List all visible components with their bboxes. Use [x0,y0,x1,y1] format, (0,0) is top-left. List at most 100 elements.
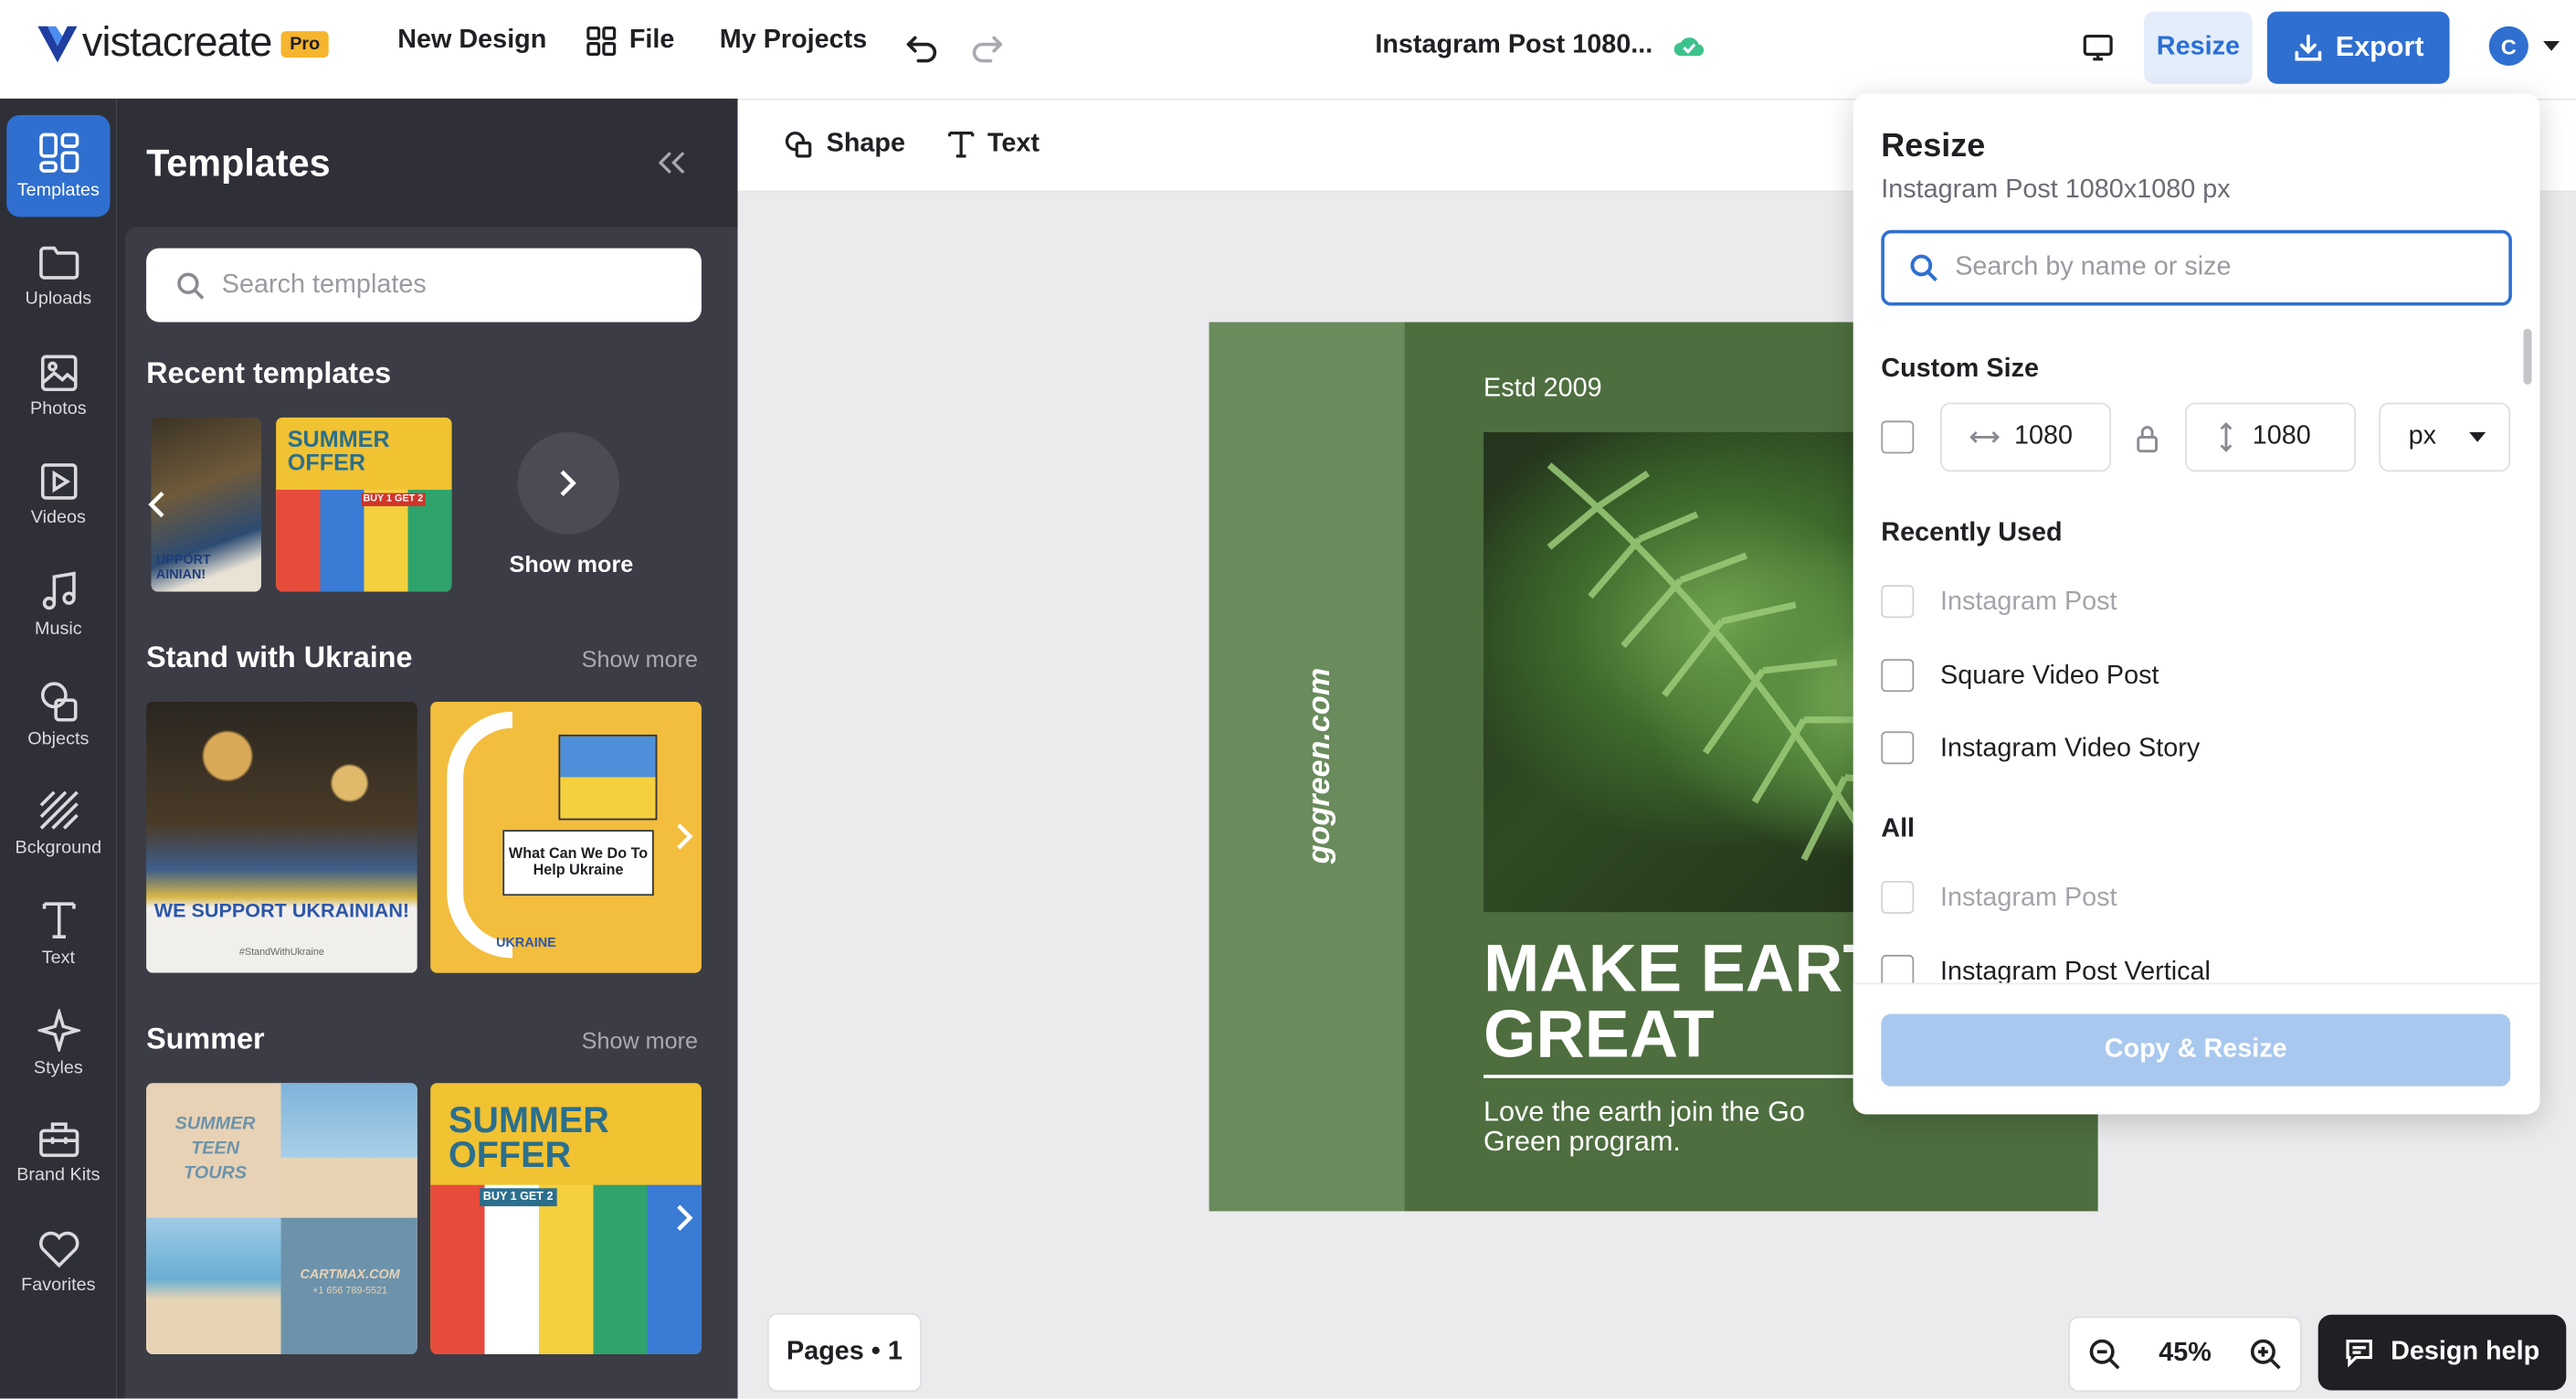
recent-option-instagram-post: Instagram Post [1940,588,2117,617]
search-icon [177,271,205,299]
recent-template-thumb[interactable]: SUMMER OFFER BUY 1 GET 2 [276,417,452,592]
rail-item-templates[interactable]: Templates [6,114,111,217]
ukraine-template-thumb[interactable]: UKRAINE What Can We Do To Help Ukraine [430,701,702,973]
recently-used-heading: Recently Used [1881,519,2063,547]
file-menu-button[interactable]: File [586,26,674,56]
text-icon [947,132,975,158]
lock-icon[interactable] [2136,424,2159,453]
pages-button[interactable]: Pages • 1 [766,1313,922,1393]
chevron-down-icon[interactable] [2543,39,2560,52]
unit-value: px [2408,422,2437,450]
design-help-label: Design help [2391,1337,2540,1366]
chevron-right-icon[interactable] [675,1203,695,1233]
redo-icon[interactable] [969,29,1006,66]
chevron-left-icon[interactable] [146,490,166,519]
my-projects-label: My Projects [719,26,868,55]
resize-button[interactable]: Resize [2144,11,2253,84]
popup-scrollbar[interactable] [2523,328,2532,385]
objects-icon [40,682,77,722]
design-headline-line2[interactable]: GREAT [1483,1000,1715,1067]
ukraine-show-more-link[interactable]: Show more [582,646,698,673]
recent-show-more-button[interactable] [517,432,620,535]
summer-template-thumb[interactable]: SUMMER TEEN TOURS CARTMAX.COM +1 656 789… [146,1083,417,1354]
recent-template-thumb[interactable]: UPPORT AINIAN! [151,417,261,592]
summer-section-title: Summer [146,1022,265,1055]
collapse-panel-icon[interactable] [659,151,685,174]
zoom-control: 45% [2068,1316,2302,1393]
custom-size-heading: Custom Size [1881,355,2039,384]
templates-search-input[interactable] [218,269,685,302]
shape-tool-button[interactable]: Shape [784,130,905,159]
rail-item-videos[interactable]: Videos [6,444,110,546]
design-tagline-line2[interactable]: Green program. [1483,1128,1681,1156]
rail-label: Uploads [25,289,92,310]
chevron-down-icon [2469,431,2486,441]
my-projects-button[interactable]: My Projects [720,26,868,56]
rail-item-text[interactable]: Text [6,883,110,985]
recent-option-square-video-post[interactable]: Square Video Post [1940,662,2159,692]
design-estd-text[interactable]: Estd 2009 [1483,375,1602,404]
rail-item-brand-kits[interactable]: Brand Kits [6,1101,110,1203]
thumb-text: SUMMER TEEN TOURS [174,1114,256,1183]
height-field[interactable]: 1080 [2185,402,2357,472]
copy-resize-button[interactable]: Copy & Resize [1881,1013,2511,1086]
shape-icon [785,132,812,158]
recent-templates-title: Recent templates [146,356,392,390]
rail-item-uploads[interactable]: Uploads [6,225,110,327]
thumb-text: UKRAINE [496,935,556,950]
photo-icon [40,355,77,392]
summer-template-thumb[interactable]: SUMMER OFFER BUY 1 GET 2 [430,1083,702,1354]
recent-show-more-label[interactable]: Show more [510,550,634,577]
width-field[interactable]: 1080 [1940,402,2112,472]
option-checkbox [1881,880,1915,914]
text-tool-label: Text [987,130,1040,158]
option-checkbox[interactable] [1881,659,1915,693]
thumb-collage [430,1184,702,1354]
design-headline-line1[interactable]: MAKE EART [1483,934,1884,1002]
summer-show-more-link[interactable]: Show more [582,1027,698,1054]
width-value: 1080 [2013,422,2073,450]
zoom-out-icon[interactable] [2088,1338,2121,1371]
ukraine-section-title: Stand with Ukraine [146,641,413,674]
resize-search-input[interactable] [1951,251,2485,285]
thumb-text: WE SUPPORT UKRAINIAN! [153,898,410,922]
resize-popup-title: Resize [1881,128,1986,164]
document-title[interactable]: Instagram Post 1080... [1375,31,1652,60]
zoom-level[interactable]: 45% [2159,1340,2212,1369]
unit-select[interactable]: px [2379,402,2511,472]
rail-item-favorites[interactable]: Favorites [6,1211,110,1313]
height-value: 1080 [2252,422,2311,450]
design-tagline-line1[interactable]: Love the earth join the Go [1483,1097,1805,1126]
chevron-right-icon[interactable] [675,821,695,851]
top-bar: vistacreate Pro New Design File My Proje… [0,0,2576,101]
vistacreate-logo[interactable]: vistacreate Pro [37,20,329,68]
rail-item-styles[interactable]: Styles [6,992,110,1095]
new-design-button[interactable]: New Design [397,26,546,56]
rail-item-photos[interactable]: Photos [6,335,110,438]
design-side-text[interactable]: gogreen.com [1303,668,1339,864]
ukraine-template-thumb[interactable]: WE SUPPORT UKRAINIAN! #StandWithUkraine [146,701,417,973]
recent-option-instagram-video-story[interactable]: Instagram Video Story [1940,735,2200,764]
rail-item-objects[interactable]: Objects [6,664,110,767]
undo-icon[interactable] [903,29,940,66]
rail-item-background[interactable]: Bckground [6,772,110,874]
rail-item-music[interactable]: Music [6,554,110,656]
export-button[interactable]: Export [2266,11,2450,84]
background-icon [38,790,78,830]
avatar[interactable]: C [2488,26,2528,66]
resize-search[interactable] [1881,229,2512,306]
resize-popup: Resize Instagram Post 1080x1080 px Custo… [1853,93,2540,1115]
text-tool-button[interactable]: Text [947,130,1040,159]
option-checkbox [1881,585,1915,619]
option-checkbox[interactable] [1881,731,1915,765]
templates-search[interactable] [146,248,702,323]
thumb-text: BUY 1 GET 2 [480,1188,557,1207]
thumb-photo [280,1083,417,1218]
rail-label: Bckground [15,838,102,858]
design-help-button[interactable]: Design help [2317,1314,2567,1391]
rail-label: Photos [30,399,87,419]
custom-size-checkbox[interactable] [1881,420,1915,454]
presentation-icon[interactable] [2082,31,2115,64]
zoom-in-icon[interactable] [2249,1338,2282,1371]
rail-label: Brand Kits [16,1165,100,1185]
